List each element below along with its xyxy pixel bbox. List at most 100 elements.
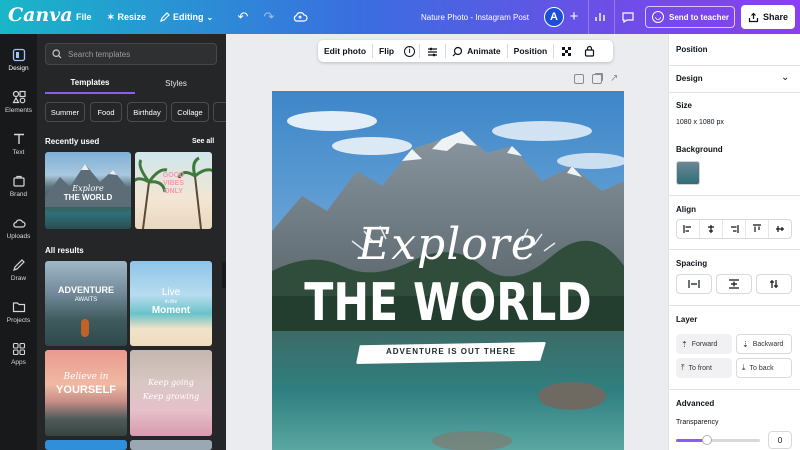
lock-icon[interactable]: [579, 40, 600, 62]
thumb-text: Explore: [72, 184, 104, 193]
redo-icon[interactable]: ↷: [261, 9, 277, 25]
align-top-icon[interactable]: [746, 220, 769, 238]
template-thumb-adventure-awaits[interactable]: ADVENTURE AWAITS: [45, 261, 127, 346]
rail-label: Elements: [4, 107, 33, 114]
recently-used-heading: Recently used: [45, 137, 100, 146]
space-horizontal-icon[interactable]: [676, 274, 712, 294]
chip-more[interactable]: [213, 102, 226, 122]
template-thumb-keep-going[interactable]: Keep going Keep growing: [130, 350, 212, 436]
forward-icon: ⇡: [681, 339, 688, 349]
tab-templates[interactable]: Templates: [45, 72, 135, 94]
forward-button[interactable]: ⇡ Forward: [676, 334, 732, 354]
transparency-slider[interactable]: [676, 439, 760, 442]
thumb-text: AWAITS: [74, 297, 98, 303]
design-section[interactable]: Design: [676, 74, 703, 83]
rail-item-projects[interactable]: Projects: [0, 296, 37, 336]
template-thumb-good-vibes[interactable]: GOOD VIBES ONLY: [135, 152, 212, 229]
template-thumb-live-moment[interactable]: Live in the Moment: [130, 261, 212, 346]
comment-icon[interactable]: [620, 9, 636, 25]
align-middle-icon[interactable]: [769, 220, 791, 238]
template-thumb-partial[interactable]: [130, 440, 212, 450]
chip-food[interactable]: Food: [90, 102, 122, 122]
template-thumb-partial[interactable]: [45, 440, 127, 450]
to-back-button[interactable]: ⤓ To back: [736, 358, 792, 378]
cloud-save-icon[interactable]: [292, 9, 308, 25]
script-headline[interactable]: Explore: [272, 219, 624, 270]
transparency-icon[interactable]: [554, 40, 579, 62]
editing-label: Editing: [173, 12, 204, 22]
slider-thumb[interactable]: [702, 435, 712, 445]
thumb-text: ONLY: [164, 188, 183, 195]
smile-icon: ◡: [652, 11, 664, 23]
rail-item-uploads[interactable]: Uploads: [0, 212, 37, 252]
design-page[interactable]: Explore THE WORLD ADVENTURE IS OUT THERE: [272, 91, 624, 450]
position-button[interactable]: Position: [508, 40, 554, 62]
align-left-icon[interactable]: [677, 220, 700, 238]
divider: [668, 65, 800, 66]
layer-label: Layer: [676, 315, 698, 324]
to-front-label: To front: [688, 364, 712, 372]
editing-mode-button[interactable]: Editing ⌄: [160, 0, 213, 34]
search-templates-input[interactable]: Search templates: [45, 43, 217, 65]
elements-icon: [11, 90, 26, 104]
align-center-icon[interactable]: [700, 220, 723, 238]
tagline-text[interactable]: ADVENTURE IS OUT THERE: [356, 347, 546, 356]
rail-item-design[interactable]: Design: [0, 44, 37, 84]
page-lock-icon[interactable]: [574, 74, 584, 84]
text-icon: [13, 133, 24, 144]
share-button[interactable]: Share: [741, 5, 795, 29]
background-swatch[interactable]: [676, 161, 700, 185]
chip-birthday[interactable]: Birthday: [127, 102, 167, 122]
rail-item-elements[interactable]: Elements: [0, 86, 37, 126]
rail-item-apps[interactable]: Apps: [0, 338, 37, 378]
canva-logo[interactable]: Canva: [8, 4, 73, 26]
to-front-button[interactable]: ⤒ To front: [676, 358, 732, 378]
transparency-value-input[interactable]: 0: [768, 431, 792, 449]
avatar[interactable]: A: [544, 7, 564, 27]
chip-summer[interactable]: Summer: [45, 102, 85, 122]
tab-styles[interactable]: Styles: [135, 72, 217, 94]
align-right-icon[interactable]: [723, 220, 746, 238]
resize-button[interactable]: ✶ Resize: [107, 0, 146, 34]
undo-icon[interactable]: ↶: [235, 9, 251, 25]
send-to-teacher-label: Send to teacher: [669, 12, 730, 22]
thumb-text: VIBES: [162, 180, 184, 187]
see-all-link[interactable]: See all: [192, 138, 214, 145]
rail-item-text[interactable]: Text: [0, 128, 37, 168]
forward-label: Forward: [691, 340, 718, 348]
template-thumb-believe-yourself[interactable]: Believe in YOURSELF: [45, 350, 127, 436]
insights-chart-icon[interactable]: [592, 9, 608, 25]
animate-icon: [452, 46, 463, 56]
chevron-down-icon[interactable]: ⌄: [781, 72, 789, 83]
file-menu[interactable]: File: [76, 0, 92, 34]
tidy-up-icon[interactable]: [756, 274, 792, 294]
all-results-heading: All results: [45, 246, 84, 255]
duplicate-page-icon[interactable]: [592, 74, 602, 84]
add-page-icon[interactable]: ↗: [610, 73, 621, 84]
rail-label: Text: [12, 149, 25, 156]
animate-button[interactable]: Animate: [446, 40, 507, 62]
info-icon[interactable]: i: [400, 40, 419, 62]
resize-label: Resize: [117, 12, 147, 22]
chevron-down-icon: ⌄: [206, 12, 214, 22]
send-to-teacher-button[interactable]: ◡ Send to teacher: [645, 6, 735, 28]
add-collaborator-icon[interactable]: +: [566, 9, 582, 25]
edit-photo-button[interactable]: Edit photo: [318, 40, 372, 62]
adjust-sliders-icon[interactable]: [420, 40, 445, 62]
main-headline[interactable]: THE WORLD: [304, 273, 593, 333]
rail-item-brand[interactable]: Brand: [0, 170, 37, 210]
search-icon: [52, 49, 62, 59]
chip-collage[interactable]: Collage: [171, 102, 209, 122]
document-title[interactable]: Nature Photo - Instagram Post: [410, 0, 540, 34]
flip-button[interactable]: Flip: [373, 40, 400, 62]
kayak-shape: [81, 319, 89, 337]
space-vertical-icon[interactable]: [716, 274, 752, 294]
advanced-label: Advanced: [676, 399, 715, 408]
rail-item-draw[interactable]: Draw: [0, 254, 37, 294]
size-value: 1080 x 1080 px: [676, 119, 724, 126]
backward-button[interactable]: ⇣ Backward: [736, 334, 792, 354]
template-thumb-explore-world[interactable]: Explore THE WORLD: [45, 152, 131, 229]
transparency-label: Transparency: [676, 419, 719, 426]
divider: [668, 389, 800, 390]
rail-label: Projects: [6, 317, 31, 324]
